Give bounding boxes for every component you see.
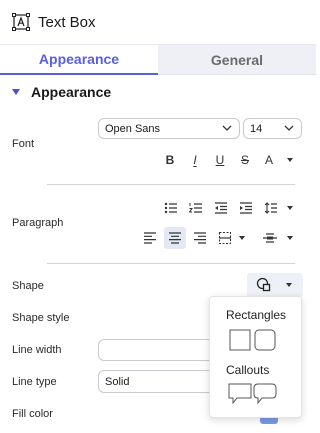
appearance-section-toggle[interactable]: Appearance <box>12 84 111 100</box>
shape-picker-button[interactable] <box>247 273 303 297</box>
bold-icon[interactable]: B <box>159 149 181 171</box>
shape-style-label: Shape style <box>12 312 70 324</box>
font-size-select[interactable]: 14 <box>243 118 302 139</box>
divider <box>47 184 295 185</box>
shape-icon <box>256 277 271 292</box>
font-size-value: 14 <box>250 122 263 135</box>
font-color-icon[interactable]: A <box>258 149 280 171</box>
line-width-label: Line width <box>12 344 62 356</box>
fill-color-label: Fill color <box>12 408 53 420</box>
line-width-input[interactable] <box>98 339 216 361</box>
chevron-down-icon <box>286 283 292 287</box>
align-left-icon[interactable] <box>139 227 161 249</box>
panel-header: Text Box <box>0 0 316 45</box>
align-right-icon[interactable] <box>189 227 211 249</box>
align-center-icon[interactable] <box>164 227 186 249</box>
decrease-indent-icon[interactable] <box>210 197 232 219</box>
underline-icon[interactable]: U <box>209 149 231 171</box>
section-title: Appearance <box>31 84 112 100</box>
rectangle-shape-icon[interactable] <box>229 329 251 351</box>
text-box-icon <box>12 13 30 31</box>
strikethrough-icon[interactable]: S <box>234 149 256 171</box>
line-type-label: Line type <box>12 376 57 388</box>
chevron-down-icon <box>284 125 294 131</box>
popup-group-title: Callouts <box>226 363 270 377</box>
vertical-align-caret-icon[interactable] <box>239 236 245 240</box>
line-type-select[interactable]: Solid <box>98 370 216 393</box>
bulleted-list-icon[interactable] <box>160 197 182 219</box>
line-type-value: Solid <box>105 375 130 388</box>
italic-icon[interactable]: I <box>184 149 206 171</box>
tab-appearance[interactable]: Appearance <box>0 45 158 75</box>
text-direction-caret-icon[interactable] <box>287 236 293 240</box>
font-label: Font <box>12 138 35 150</box>
font-family-select[interactable]: Open Sans <box>98 118 240 139</box>
tab-general[interactable]: General <box>158 45 316 75</box>
line-spacing-icon[interactable] <box>260 197 282 219</box>
rounded-callout-shape-icon[interactable] <box>253 383 277 405</box>
line-spacing-caret-icon[interactable] <box>287 206 293 210</box>
rectangle-callout-shape-icon[interactable] <box>228 383 252 405</box>
rounded-rectangle-shape-icon[interactable] <box>254 329 276 351</box>
font-color-caret-icon[interactable] <box>287 158 293 162</box>
text-direction-icon[interactable] <box>259 227 281 249</box>
caret-down-icon <box>12 89 20 95</box>
shape-label: Shape <box>12 280 44 292</box>
numbered-list-icon[interactable] <box>185 197 207 219</box>
tab-bar: Appearance General <box>0 45 316 75</box>
font-family-value: Open Sans <box>105 122 161 135</box>
panel-title: Text Box <box>38 13 96 31</box>
popup-group-title: Rectangles <box>226 308 287 322</box>
paragraph-label: Paragraph <box>12 217 64 229</box>
divider <box>47 263 295 264</box>
vertical-align-icon[interactable] <box>214 227 236 249</box>
chevron-down-icon <box>222 125 232 131</box>
increase-indent-icon[interactable] <box>235 197 257 219</box>
shape-popup-menu: Rectangles Callouts <box>209 296 302 418</box>
